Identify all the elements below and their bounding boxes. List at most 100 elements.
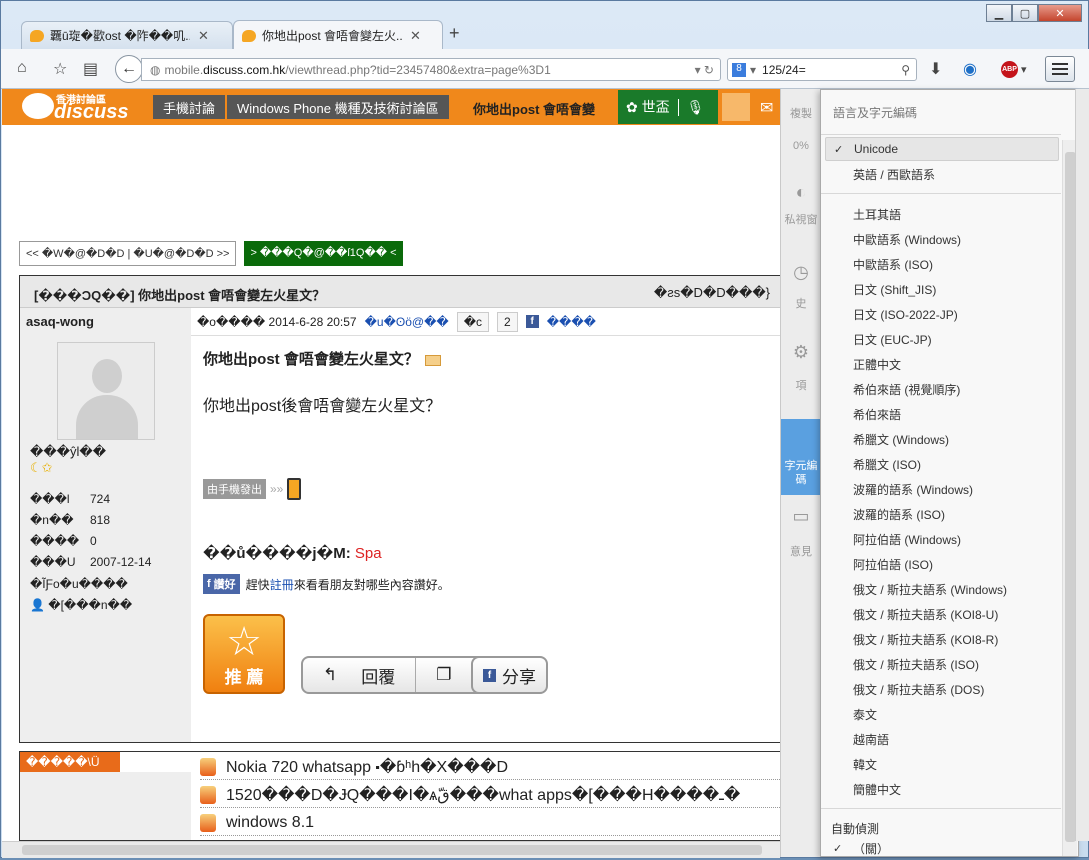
encoding-option[interactable]: 希伯來語 — [825, 402, 1059, 426]
mail-icon[interactable]: ✉ — [760, 98, 773, 118]
reply-button[interactable]: ↰ 回覆 — [303, 663, 415, 688]
facebook-like-button[interactable]: f 讚好 — [203, 574, 240, 594]
close-tab-icon[interactable]: ✕ — [198, 28, 209, 44]
encoding-option[interactable]: 土耳其語 — [825, 202, 1059, 226]
encoding-option[interactable]: 俄文 / 斯拉夫語系 (DOS) — [825, 677, 1059, 701]
world-cup-button[interactable]: ✿ 世盃 🎙 — [618, 90, 718, 124]
encoding-option-label: 韓文 — [853, 757, 878, 772]
encoding-option-label: 日文 (ISO-2022-JP) — [853, 307, 958, 322]
copy-item[interactable]: 複製 — [781, 107, 821, 121]
encoding-option[interactable]: 波羅的語系 (Windows) — [825, 477, 1059, 501]
recommend-button[interactable]: ☆ 推 薦 — [203, 614, 285, 694]
sync-icon[interactable]: ◉ — [963, 59, 977, 79]
encoding-option[interactable]: 簡體中文 — [825, 777, 1059, 801]
character-encoding-item[interactable]: 字元編碼 — [781, 419, 821, 495]
menu-panel-behind: 複製 0% ◐ 私視窗 ◷ 史 ⚙ 項 字元編碼 ▭ 意見 — [780, 89, 821, 857]
maximize-icon[interactable]: ▢ — [1012, 4, 1038, 22]
feedback-item[interactable]: 意見 — [781, 545, 821, 559]
encoding-option[interactable]: 阿拉伯語 (ISO) — [825, 552, 1059, 576]
google-icon[interactable]: 8 — [732, 62, 746, 77]
discuss-favicon-icon — [30, 29, 44, 42]
autodetect-option-off[interactable]: ✓ （關） — [825, 836, 1059, 860]
scrollbar-thumb[interactable] — [22, 845, 762, 855]
facebook-share-link[interactable]: ���� — [547, 315, 596, 329]
thread-title-right[interactable]: �ƨs�D�D���} — [654, 285, 770, 301]
url-path: /viewthread.php?tid=23457480&extra=page%… — [285, 62, 551, 77]
encoding-option[interactable]: 俄文 / 斯拉夫語系 (KOI8-U) — [825, 602, 1059, 626]
menu-button[interactable] — [1045, 56, 1075, 82]
register-link[interactable]: 註冊 — [270, 578, 294, 592]
list-item[interactable]: windows 8.1 — [200, 810, 780, 836]
encoding-option[interactable]: 俄文 / 斯拉夫語系 (KOI8-R) — [825, 627, 1059, 651]
url-bar[interactable]: ◍ mobile. discuss.com.hk/viewthread.php?t… — [141, 58, 721, 81]
post-box-1[interactable]: �c — [456, 311, 490, 332]
private-window-item[interactable]: 私視窗 — [781, 213, 821, 227]
list-item[interactable]: 1520���D�ɈQ���I�ѧقّ���what apps�[���H���… — [200, 782, 780, 808]
options-item[interactable]: 項 — [781, 379, 821, 393]
encoding-option[interactable]: 俄文 / 斯拉夫語系 (ISO) — [825, 652, 1059, 676]
encoding-option[interactable]: 日文 (EUC-JP) — [825, 327, 1059, 351]
encoding-option-unicode[interactable]: ✓ Unicode — [825, 137, 1059, 161]
search-input[interactable]: 125/24= — [762, 63, 806, 77]
encoding-option[interactable]: 希伯來語 (視覺順序) — [825, 377, 1059, 401]
discuss-logo[interactable]: 香港討論區 discuss — [22, 91, 132, 123]
hot-fire-icon — [200, 785, 216, 804]
bookmarks-list-icon[interactable]: ▤ — [83, 59, 98, 79]
like-text-post: 來看看朋友對哪些內容讚好。 — [293, 577, 450, 592]
encoding-option[interactable]: 阿拉伯語 (Windows) — [825, 527, 1059, 551]
encoding-option[interactable]: 中歐語系 (ISO) — [825, 252, 1059, 276]
search-bar[interactable]: 8 ▾ 125/24= ⚲ — [727, 58, 917, 81]
breadcrumb-windows-phone[interactable]: Windows Phone 機種及技術討論區 — [227, 98, 449, 117]
rank-stars-icon: ☾✩ — [30, 460, 53, 475]
back-button[interactable]: ← — [115, 55, 143, 83]
encoding-option[interactable]: 正體中文 — [825, 352, 1059, 376]
encoding-option[interactable]: 希臘文 (ISO) — [825, 452, 1059, 476]
encoding-option[interactable]: 英語 / 西歐語系 — [825, 162, 1059, 186]
encoding-option[interactable]: 日文 (ISO-2022-JP) — [825, 302, 1059, 326]
encoding-option[interactable]: 日文 (Shift_JIS) — [825, 277, 1059, 301]
tab-2[interactable]: 你地出post 會唔會變左火... ✕ — [233, 20, 443, 50]
post-number[interactable]: 2 — [497, 311, 518, 332]
author-column: asaq-wong ���ŷl�� ☾✩ ���l 724 �n�� 818 ���… — [20, 308, 191, 742]
close-tab-icon[interactable]: ✕ — [410, 28, 421, 44]
encoding-option[interactable]: 越南語 — [825, 727, 1059, 751]
adblock-dropdown-icon[interactable]: ▾ — [1021, 63, 1027, 76]
adblock-icon[interactable]: ABP — [1001, 61, 1018, 78]
list-item-label: Nokia 720 whatsapp ⬝�ɓʰh�X���D — [226, 758, 509, 776]
encoding-option[interactable]: 中歐語系 (Windows) — [825, 227, 1059, 251]
history-item[interactable]: 史 — [781, 297, 821, 311]
back-arrow-icon: ← — [121, 60, 137, 77]
encoding-option[interactable]: 泰文 — [825, 702, 1059, 726]
minimize-icon[interactable]: ▁ — [986, 4, 1012, 22]
encoding-option[interactable]: 波羅的語系 (ISO) — [825, 502, 1059, 526]
bookmark-star-icon[interactable]: ☆ — [53, 59, 67, 79]
vertical-scrollbar[interactable] — [1075, 89, 1089, 841]
list-item[interactable]: Nokia 720 whatsapp ⬝�ɓʰh�X���D — [200, 754, 780, 780]
microphone-icon[interactable]: 🎙 — [677, 98, 713, 116]
facebook-icon[interactable]: f — [525, 315, 539, 328]
avatar[interactable] — [57, 342, 155, 440]
share-button[interactable]: f 分享 — [471, 656, 548, 694]
send-message-link[interactable]: �ĨƑo�u���� — [30, 574, 132, 595]
user-icon[interactable] — [722, 93, 750, 121]
download-icon[interactable]: ⬇ — [929, 59, 942, 79]
signature-link[interactable]: Spa — [355, 545, 382, 562]
search-icon[interactable]: ⚲ — [901, 63, 910, 77]
home-icon[interactable]: ⌂ — [17, 59, 27, 77]
horizontal-scrollbar[interactable] — [2, 841, 780, 858]
encoding-option[interactable]: 俄文 / 斯拉夫語系 (Windows) — [825, 577, 1059, 601]
author-name[interactable]: asaq-wong — [26, 314, 94, 329]
new-tab-button[interactable]: + — [449, 23, 460, 44]
encoding-option[interactable]: 希臘文 (Windows) — [825, 427, 1059, 451]
thread-status-link[interactable]: > ���Q�@��ſ1Q�� < — [244, 241, 403, 266]
author-only-link[interactable]: �u�ʘö@�� — [365, 315, 449, 329]
tab-1[interactable]: 覊ū琁�歡ost �阼��叽... ✕ — [21, 21, 233, 49]
prev-next-thread-link[interactable]: << �W�@�D�D | �U�@�D�D >> — [19, 241, 237, 266]
close-window-icon[interactable]: ✕ — [1038, 4, 1082, 22]
search-engine-dropdown-icon[interactable]: ▾ — [750, 63, 756, 77]
add-friend-link[interactable]: 👤 �[���n�� — [30, 595, 132, 616]
reload-icon[interactable]: ▾ ↻ — [695, 63, 714, 77]
breadcrumb-mobile[interactable]: 手機討論 — [153, 98, 225, 117]
encoding-option[interactable]: 韓文 — [825, 752, 1059, 776]
encoding-dropdown: 語言及字元編碼 ✓ Unicode 英語 / 西歐語系 土耳其語 中歐語系 (Win… — [820, 89, 1079, 857]
